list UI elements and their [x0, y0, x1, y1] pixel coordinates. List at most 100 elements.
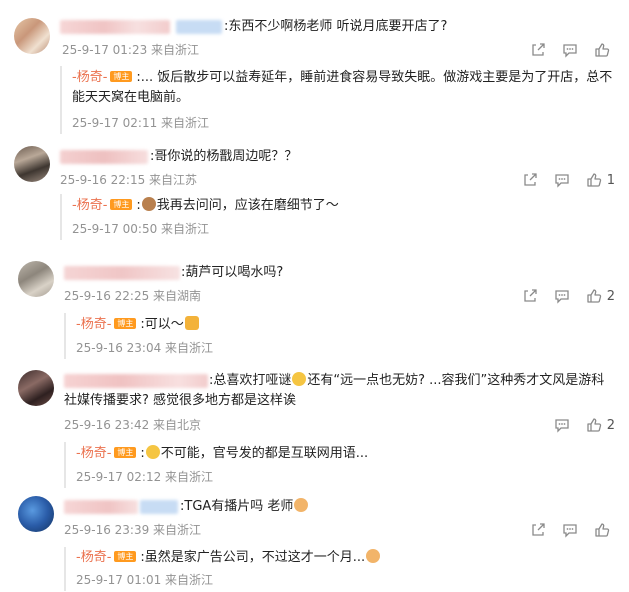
comment-meta: 25-9-16 22:25 来自湖南 — [64, 289, 202, 303]
comment-actions: 2 — [538, 416, 615, 434]
reply-meta: 25-9-16 23:04 来自浙江 — [76, 341, 214, 355]
share-button[interactable] — [522, 288, 538, 304]
share-icon — [524, 289, 537, 302]
username-blurred[interactable] — [64, 500, 138, 514]
comment-text: :哥你说的杨戬周边呢？？ — [150, 149, 298, 164]
comment-item: :东西不少啊杨老师 听说月底要开店了? 25-9-17 01:23 来自浙江 -… — [0, 0, 629, 140]
comment-icon — [555, 290, 569, 304]
like-button[interactable]: 2 — [586, 288, 615, 304]
avatar[interactable] — [14, 146, 50, 182]
comment-button[interactable] — [554, 417, 570, 433]
username-blurred[interactable] — [60, 20, 170, 34]
like-count: 2 — [606, 288, 615, 304]
comment-item: :哥你说的杨戬周边呢？？ 25-9-16 22:15 来自江苏 1 -杨奇- 博主… — [0, 140, 629, 250]
cheers-emoji-icon — [184, 316, 199, 330]
reply-block: -杨奇- 博主: 我再去问问，应该在磨细节了～ 25-9-17 00:50 来自浙江 — [60, 194, 617, 240]
reply-author[interactable]: -杨奇- — [76, 446, 111, 461]
username-blurred[interactable] — [64, 266, 180, 280]
smile-emoji-icon — [145, 445, 160, 459]
comment-actions: 1 — [506, 171, 615, 189]
blogger-badge: 博主 — [110, 71, 133, 82]
comment-text: :东西不少啊杨老师 听说月底要开店了? — [224, 19, 448, 34]
reply-meta: 25-9-17 01:01 来自浙江 — [76, 573, 214, 587]
comment-button[interactable] — [554, 288, 570, 304]
comment-meta: 25-9-17 01:23 来自浙江 — [62, 43, 200, 57]
comment-actions — [514, 521, 615, 539]
emoji-icon — [141, 197, 156, 211]
reply-author[interactable]: -杨奇- — [72, 198, 107, 213]
thumbs-up-icon — [595, 523, 610, 537]
reply-content: :... 饭后散步可以益寿延年，睡前进食容易导致失眠。做游戏主要是为了开店，总不… — [72, 70, 613, 105]
comment-text-part1: :总喜欢打哑谜 — [209, 373, 292, 388]
share-icon — [532, 43, 545, 56]
avatar[interactable] — [14, 18, 50, 54]
username-blurred[interactable] — [60, 150, 148, 164]
comment-item: :总喜欢打哑谜 还有“远一点也无妨? ...容我们”这种秀才文风是游科社媒传播要求… — [0, 368, 629, 490]
username-blurred-suffix — [140, 500, 178, 514]
comment-meta: 25-9-16 22:15 来自江苏 — [60, 173, 198, 187]
avatar[interactable] — [18, 370, 54, 406]
reply-meta: 25-9-17 02:11 来自浙江 — [72, 116, 210, 130]
reply-content: :虽然是家广告公司，不过这才一个月... — [140, 550, 366, 565]
reply-meta: 25-9-17 00:50 来自浙江 — [72, 222, 210, 236]
reply-author[interactable]: -杨奇- — [76, 550, 111, 565]
reply-content: 不可能，官号发的都是互联网用语... — [160, 446, 369, 461]
share-button[interactable] — [530, 522, 546, 538]
comment-actions — [514, 41, 615, 59]
reply-text: -杨奇- 博主:... 饭后散步可以益寿延年，睡前进食容易导致失眠。做游戏主要是为… — [72, 68, 617, 108]
share-icon — [532, 523, 545, 536]
thumbs-up-icon — [587, 173, 601, 187]
comment-actions: 2 — [506, 287, 615, 305]
reply-author[interactable]: -杨奇- — [72, 70, 107, 85]
share-button[interactable] — [522, 172, 538, 188]
comment-item: :葫芦可以喝水吗? 25-9-16 22:25 来自湖南 2 -杨奇- 博主:可以… — [0, 255, 629, 365]
avatar[interactable] — [18, 496, 54, 532]
comment-button[interactable] — [554, 172, 570, 188]
like-count: 2 — [606, 417, 615, 433]
reply-block: -杨奇- 博主:可以～ 25-9-16 23:04 来自浙江 — [64, 313, 617, 359]
reply-text: -杨奇- 博主: 不可能，官号发的都是互联网用语... — [76, 445, 369, 461]
like-button[interactable]: 2 — [586, 417, 615, 433]
thinking-emoji-icon — [292, 372, 307, 386]
reply-block: -杨奇- 博主:... 饭后散步可以益寿延年，睡前进食容易导致失眠。做游戏主要是为… — [60, 66, 617, 134]
comment-icon — [563, 524, 577, 538]
comment-meta: 25-9-16 23:42 来自北京 — [64, 418, 202, 432]
thumbs-up-icon — [587, 418, 601, 432]
reply-text: -杨奇- 博主:虽然是家广告公司，不过这才一个月... — [76, 548, 381, 568]
reply-content: 我再去问问，应该在磨细节了～ — [156, 198, 339, 213]
reply-content: :可以～ — [140, 317, 184, 332]
reply-author[interactable]: -杨奇- — [76, 317, 111, 332]
comment-icon — [563, 44, 577, 58]
reply-block: -杨奇- 博主: 不可能，官号发的都是互联网用语... 25-9-17 02:12 … — [64, 442, 617, 488]
share-icon — [524, 173, 537, 186]
blogger-badge: 博主 — [110, 199, 133, 210]
comment-icon — [555, 174, 569, 188]
avatar[interactable] — [18, 261, 54, 297]
like-button[interactable] — [594, 522, 615, 538]
comment-meta: 25-9-16 23:39 来自浙江 — [64, 523, 202, 537]
like-button[interactable]: 1 — [586, 172, 615, 188]
comment-text: :TGA有播片吗 老师 — [180, 497, 309, 517]
username-blurred-suffix — [176, 20, 222, 34]
reply-block: -杨奇- 博主:虽然是家广告公司，不过这才一个月... 25-9-17 01:01… — [64, 547, 617, 591]
comment-text: :葫芦可以喝水吗? — [181, 265, 284, 280]
blogger-badge: 博主 — [114, 447, 137, 458]
reply-text: -杨奇- 博主: 我再去问问，应该在磨细节了～ — [72, 197, 339, 213]
comment-button[interactable] — [562, 42, 578, 58]
comment-button[interactable] — [562, 522, 578, 538]
share-button[interactable] — [530, 42, 546, 58]
cat-emoji-icon — [294, 498, 309, 512]
comment-text: :总喜欢打哑谜 还有“远一点也无妨? ...容我们”这种秀才文风是游科社媒传播要求… — [64, 371, 615, 411]
cat-emoji-icon — [366, 549, 381, 563]
reply-meta: 25-9-17 02:12 来自浙江 — [76, 470, 214, 484]
thumbs-up-icon — [595, 43, 610, 57]
blogger-badge: 博主 — [114, 318, 137, 329]
like-count: 1 — [606, 172, 615, 188]
thumbs-up-icon — [587, 289, 601, 303]
blogger-badge: 博主 — [114, 551, 137, 562]
comment-item: :TGA有播片吗 老师 25-9-16 23:39 来自浙江 -杨奇- 博主:虽然… — [0, 492, 629, 592]
reply-text: -杨奇- 博主:可以～ — [76, 315, 200, 335]
comment-icon — [555, 419, 569, 433]
comment-text-part2: 还有“远一点也无妨? ...容我们”这种秀才文风是游科社媒传播要求? 感觉很多地… — [64, 373, 605, 408]
like-button[interactable] — [594, 42, 615, 58]
